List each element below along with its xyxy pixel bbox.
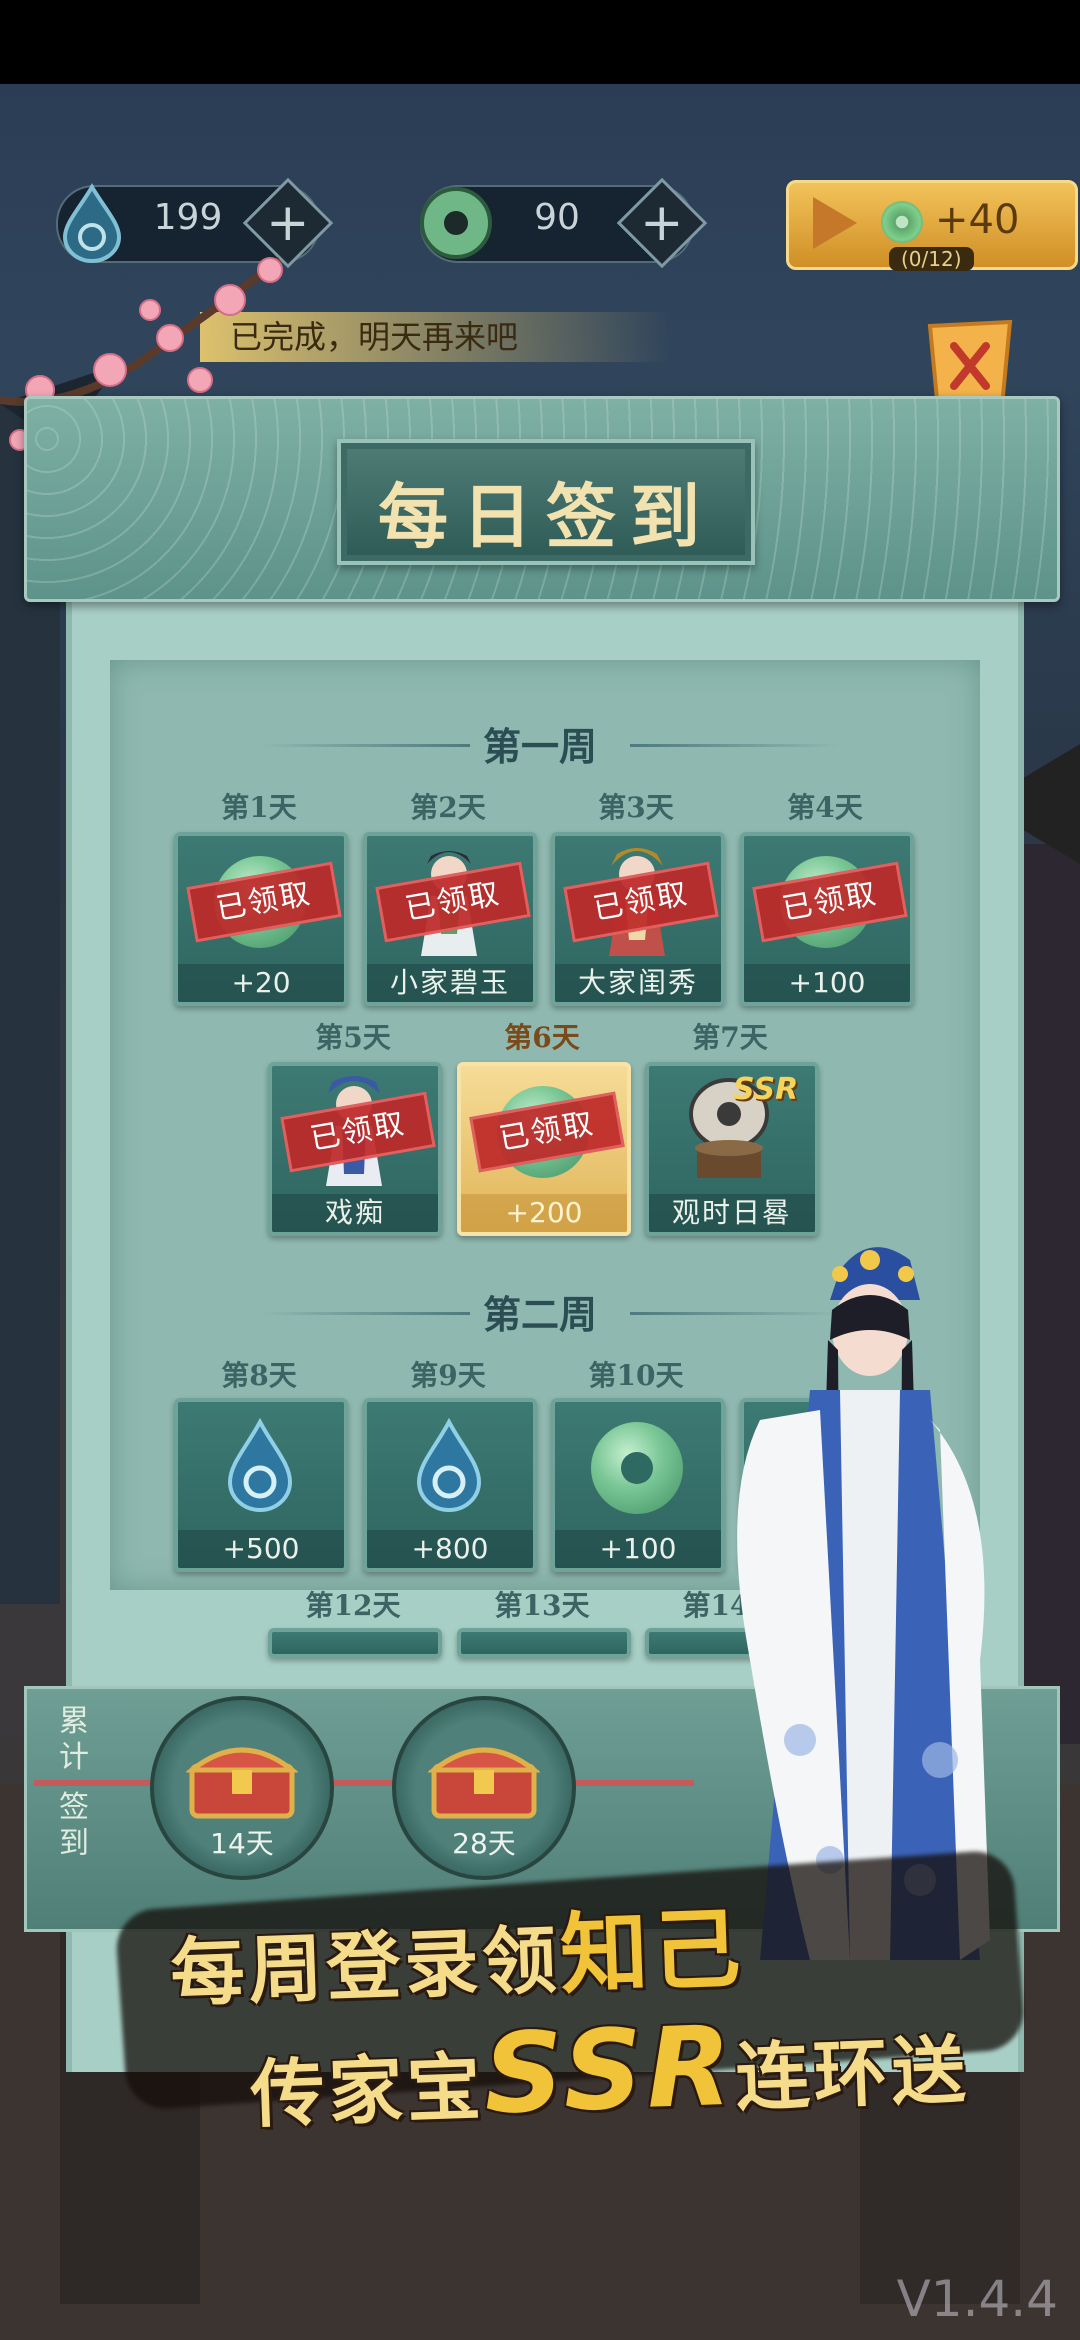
day-label: 第10天 [588,1359,684,1392]
panel-title: 每日签到 [378,475,714,558]
promo-line-2: 传家宝SSR连环送 [248,1993,971,2146]
milestone-label: 28天 [452,1827,516,1860]
day-label: 第8天 [221,1359,297,1392]
day-10-reward-card[interactable]: +100 [551,1398,725,1572]
day-label: 第4天 [787,791,863,824]
jade-value: 90 [534,197,580,238]
reward-name: 戏痴 [272,1194,438,1232]
day-9-reward-card[interactable]: +800 [363,1398,537,1572]
day-4-reward-card[interactable]: 已领取 +100 [740,832,914,1006]
ad-reward: +40 [935,197,1020,243]
day-12-reward-card[interactable] [268,1628,442,1658]
claimed-stamp: 已领取 [752,861,908,943]
water-drop-icon [227,1418,293,1512]
day-8-reward-card[interactable]: +500 [174,1398,348,1572]
day-3-reward-card[interactable]: 已领取 大家闺秀 [551,832,725,1006]
reward-name: 小家碧玉 [367,964,533,1002]
day-label: 第2天 [410,791,486,824]
promo-highlight: 知己 [558,1896,746,2007]
ssr-badge: SSR [733,1072,799,1107]
promo-text: 每周登录领 [169,1917,562,2017]
cumulative-label-bottom: 签到 [59,1790,89,1861]
jade-coin-icon [412,179,500,267]
reward-amount: +100 [744,964,910,1002]
treasure-chest-icon [186,1747,298,1819]
plus-icon: + [266,192,310,253]
day-label: 第1天 [221,791,297,824]
day-label: 第7天 [692,1021,768,1054]
reward-amount: +200 [461,1194,627,1232]
play-icon [813,197,857,249]
day-label: 第13天 [494,1589,590,1622]
promo-line-1: 每周登录领知己 [168,1878,746,2025]
reward-name: 大家闺秀 [555,964,721,1002]
cumulative-label-top: 累计 [59,1704,89,1775]
reward-amount: +100 [555,1530,721,1568]
day-6-reward-card-today[interactable]: 已领取 +200 [457,1062,631,1236]
claimed-stamp: 已领取 [186,861,342,943]
treasure-chest-icon [428,1747,540,1819]
day-label: 第6天 [504,1021,580,1054]
promo-text: 连环送 [734,2027,971,2122]
week-1-heading: 第一周 [482,724,597,769]
reward-name: 观时日晷 [649,1194,815,1232]
milestone-label: 14天 [210,1827,274,1860]
panel-header: 每日签到 [24,396,1060,602]
day-2-reward-card[interactable]: 已领取 小家碧玉 [363,832,537,1006]
ad-progress: (0/12) [889,247,974,271]
day-label: 第9天 [410,1359,486,1392]
progress-track [34,1780,694,1786]
milestone-14-chest[interactable]: 14天 [150,1696,334,1880]
version-label: V1.4.4 [896,2270,1058,2328]
promo-ssr: SSR [481,2001,738,2139]
day-1-reward-card[interactable]: 已领取 +20 [174,832,348,1006]
water-drop-icon [416,1418,482,1512]
day-label: 第3天 [598,791,674,824]
promo-text: 传家宝 [249,2044,487,2139]
jade-coin-icon [881,201,923,243]
jade-resource: 90 + [420,177,708,269]
day-5-reward-card[interactable]: 已领取 戏痴 [268,1062,442,1236]
day-13-reward-card[interactable] [457,1628,631,1658]
day-label: 第12天 [305,1589,401,1622]
title-plate: 每日签到 [337,439,755,565]
day-label: 第5天 [315,1021,391,1054]
milestone-28-chest[interactable]: 28天 [392,1696,576,1880]
day-7-reward-card[interactable]: SSR 观时日晷 [645,1062,819,1236]
water-value: 199 [153,197,223,238]
reward-amount: +800 [367,1530,533,1568]
watch-ad-button[interactable]: +40 (0/12) [786,180,1078,271]
jade-ring-icon [591,1422,683,1514]
reward-amount: +20 [178,964,344,1002]
claimed-stamp: 已领取 [469,1091,625,1173]
reward-amount: +500 [178,1530,344,1568]
plus-icon: + [640,192,684,253]
